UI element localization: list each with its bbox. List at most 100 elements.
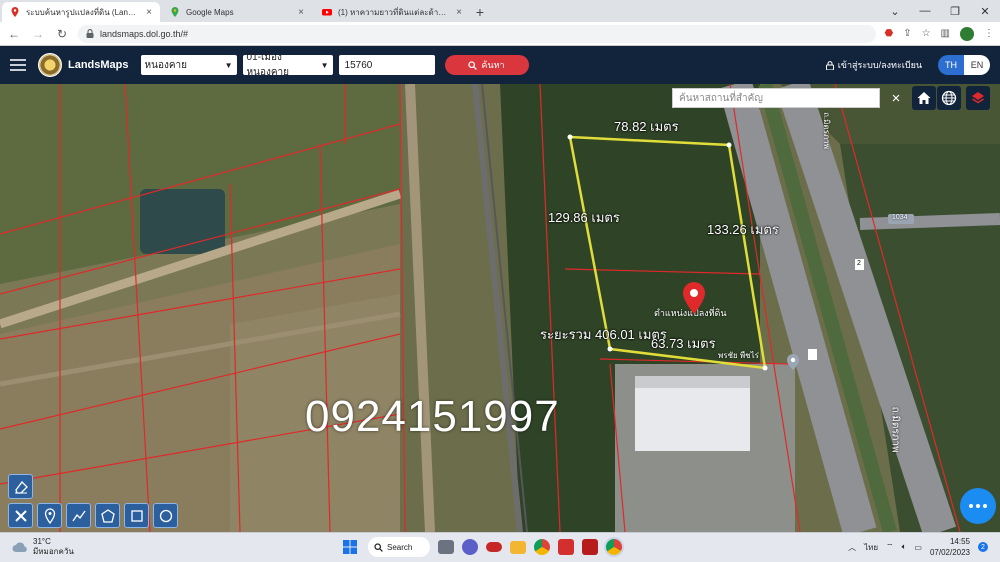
department-seal-logo	[38, 53, 62, 77]
province-value: หนองคาย	[144, 59, 187, 71]
home-button[interactable]	[912, 86, 936, 110]
search-button-label: ค้นหา	[481, 60, 505, 70]
input-language[interactable]: ไทย	[864, 541, 878, 554]
window-controls: ⌄ — ❐ ✕	[880, 0, 1000, 22]
weather-widget[interactable]: 31°C มีหมอกควัน	[12, 537, 74, 557]
wifi-icon[interactable]: ⌔	[886, 542, 894, 552]
taskbar-search-label: Search	[387, 542, 413, 552]
polygon-icon	[100, 508, 115, 523]
restore-button[interactable]: ❐	[940, 5, 970, 18]
reload-icon[interactable]: ↻	[54, 27, 70, 41]
new-tab-button[interactable]: +	[470, 2, 490, 22]
chat-button[interactable]	[960, 488, 996, 524]
chrome-active-icon[interactable]	[606, 539, 622, 555]
cloud-icon	[12, 542, 27, 552]
chevron-up-icon[interactable]: ︿	[848, 542, 856, 553]
share-icon[interactable]: ⇪	[903, 28, 911, 39]
parcel-location-pin-icon[interactable]	[682, 282, 706, 314]
address-bar: ← → ↻ landsmaps.dol.go.th/# ⬣ ⇪ ☆ ▥ ⋮	[0, 22, 1000, 46]
search-icon	[374, 542, 383, 552]
taskbar-search[interactable]: Search	[368, 537, 430, 557]
minimize-button[interactable]: —	[910, 5, 940, 17]
tab-landsmaps[interactable]: ระบบค้นหารูปแปลงที่ดิน (LandsMaps) ×	[2, 2, 160, 22]
tab-google-maps[interactable]: Google Maps ×	[162, 2, 312, 22]
map-pin-icon	[11, 7, 19, 17]
bookmark-star-icon[interactable]: ☆	[922, 28, 931, 39]
browser-tab-strip: ระบบค้นหารูปแปลงที่ดิน (LandsMaps) × Goo…	[0, 0, 1000, 22]
poi-label: พรชัย พืชไร่	[718, 351, 759, 360]
circle-tool-button[interactable]	[153, 503, 178, 528]
tab-search-button[interactable]: ⌄	[880, 5, 910, 18]
rectangle-icon	[130, 509, 143, 522]
district-select[interactable]: 01-เมืองหนองคาย ▼	[242, 52, 333, 78]
tab-close-icon[interactable]: ×	[146, 7, 152, 18]
hamburger-menu-icon[interactable]	[10, 59, 26, 71]
search-button[interactable]: ค้นหา	[444, 55, 529, 75]
close-window-button[interactable]: ✕	[970, 5, 1000, 18]
tab-title: Google Maps	[186, 7, 234, 17]
measure-bottom-label: 63.73 เมตร	[651, 336, 716, 351]
eraser-button[interactable]	[8, 474, 33, 499]
youtube-icon	[322, 9, 332, 16]
temperature: 31°C	[33, 537, 51, 546]
tab-title: (1) หาความยาวที่ดินแต่ละด้าน โดยไม่ต้อง	[338, 7, 451, 17]
measure-left-label: 129.86 เมตร	[548, 210, 620, 225]
globe-button[interactable]	[937, 86, 961, 110]
file-explorer-icon[interactable]	[510, 540, 526, 554]
notification-badge[interactable]: 2	[978, 542, 988, 552]
volume-icon[interactable]: 🔈︎	[902, 542, 907, 552]
rectangle-tool-button[interactable]	[124, 503, 149, 528]
clock-date: 07/02/2023	[929, 548, 970, 557]
province-select[interactable]: หนองคาย ▼	[140, 55, 237, 75]
parcel-number-input[interactable]: 15760	[338, 55, 435, 75]
teams-icon[interactable]	[462, 539, 478, 555]
chrome-icon[interactable]	[534, 539, 550, 555]
satellite-imagery	[0, 84, 1000, 532]
windows-taskbar: 31°C มีหมอกควัน Search ︿ ไทย ⌔ 🔈︎ ▭ 14:5…	[0, 532, 1000, 562]
chat-dot-icon	[983, 504, 987, 508]
polygon-tool-button[interactable]	[95, 503, 120, 528]
start-button[interactable]	[340, 537, 360, 557]
tab-youtube[interactable]: (1) หาความยาวที่ดินแต่ละด้าน โดยไม่ต้อง …	[314, 2, 470, 22]
browser-actions: ⬣ ⇪ ☆ ▥ ⋮	[884, 26, 994, 41]
lang-en-button[interactable]: EN	[964, 55, 990, 75]
tools-button[interactable]	[8, 503, 33, 528]
layers-icon	[972, 92, 984, 104]
forward-icon[interactable]: →	[30, 27, 46, 41]
tools-icon	[14, 509, 27, 522]
profile-avatar[interactable]	[960, 26, 974, 41]
acrobat-icon[interactable]	[582, 539, 598, 555]
chevron-down-icon: ▼	[224, 60, 233, 70]
lock-icon	[825, 60, 834, 70]
lang-th-button[interactable]: TH	[938, 55, 964, 75]
landmark-search-input[interactable]: ค้นหาสถานที่สำคัญ	[672, 88, 880, 108]
circle-icon	[159, 509, 172, 522]
url-field[interactable]: landsmaps.dol.go.th/#	[78, 24, 877, 43]
google-maps-icon	[171, 7, 179, 17]
satellite-map[interactable]: 78.82 เมตร 129.86 เมตร 133.26 เมตร ระยะร…	[0, 84, 1000, 532]
task-view-icon[interactable]	[438, 540, 454, 554]
measure-right-label: 133.26 เมตร	[707, 222, 779, 237]
line-tool-button[interactable]	[66, 503, 91, 528]
line-icon	[71, 510, 86, 521]
tab-close-icon[interactable]: ×	[456, 7, 462, 18]
tab-close-icon[interactable]: ×	[298, 7, 304, 18]
extension-icon[interactable]: ⬣	[884, 28, 893, 39]
sidebar-icon[interactable]: ▥	[941, 28, 950, 39]
pdf-reader-icon[interactable]	[558, 539, 574, 555]
battery-icon[interactable]: ▭	[914, 543, 922, 552]
back-icon[interactable]: ←	[6, 27, 22, 41]
marker-tool-button[interactable]	[37, 503, 62, 528]
red-app-icon[interactable]	[486, 542, 502, 552]
road-marker-label: 1034	[892, 214, 908, 221]
poi-marker-icon[interactable]	[786, 354, 800, 370]
language-toggle: TH EN	[938, 55, 990, 75]
windows-logo-icon	[343, 540, 357, 554]
close-icon[interactable]: ×	[886, 88, 906, 108]
login-link[interactable]: เข้าสู่ระบบ/ลงทะเบียน	[825, 58, 922, 72]
chat-dot-icon	[969, 504, 973, 508]
brand-name: LandsMaps	[68, 59, 129, 71]
clock[interactable]: 14:55 07/02/2023	[930, 536, 970, 558]
menu-kebab-icon[interactable]: ⋮	[984, 28, 994, 39]
layers-button[interactable]	[966, 86, 990, 110]
